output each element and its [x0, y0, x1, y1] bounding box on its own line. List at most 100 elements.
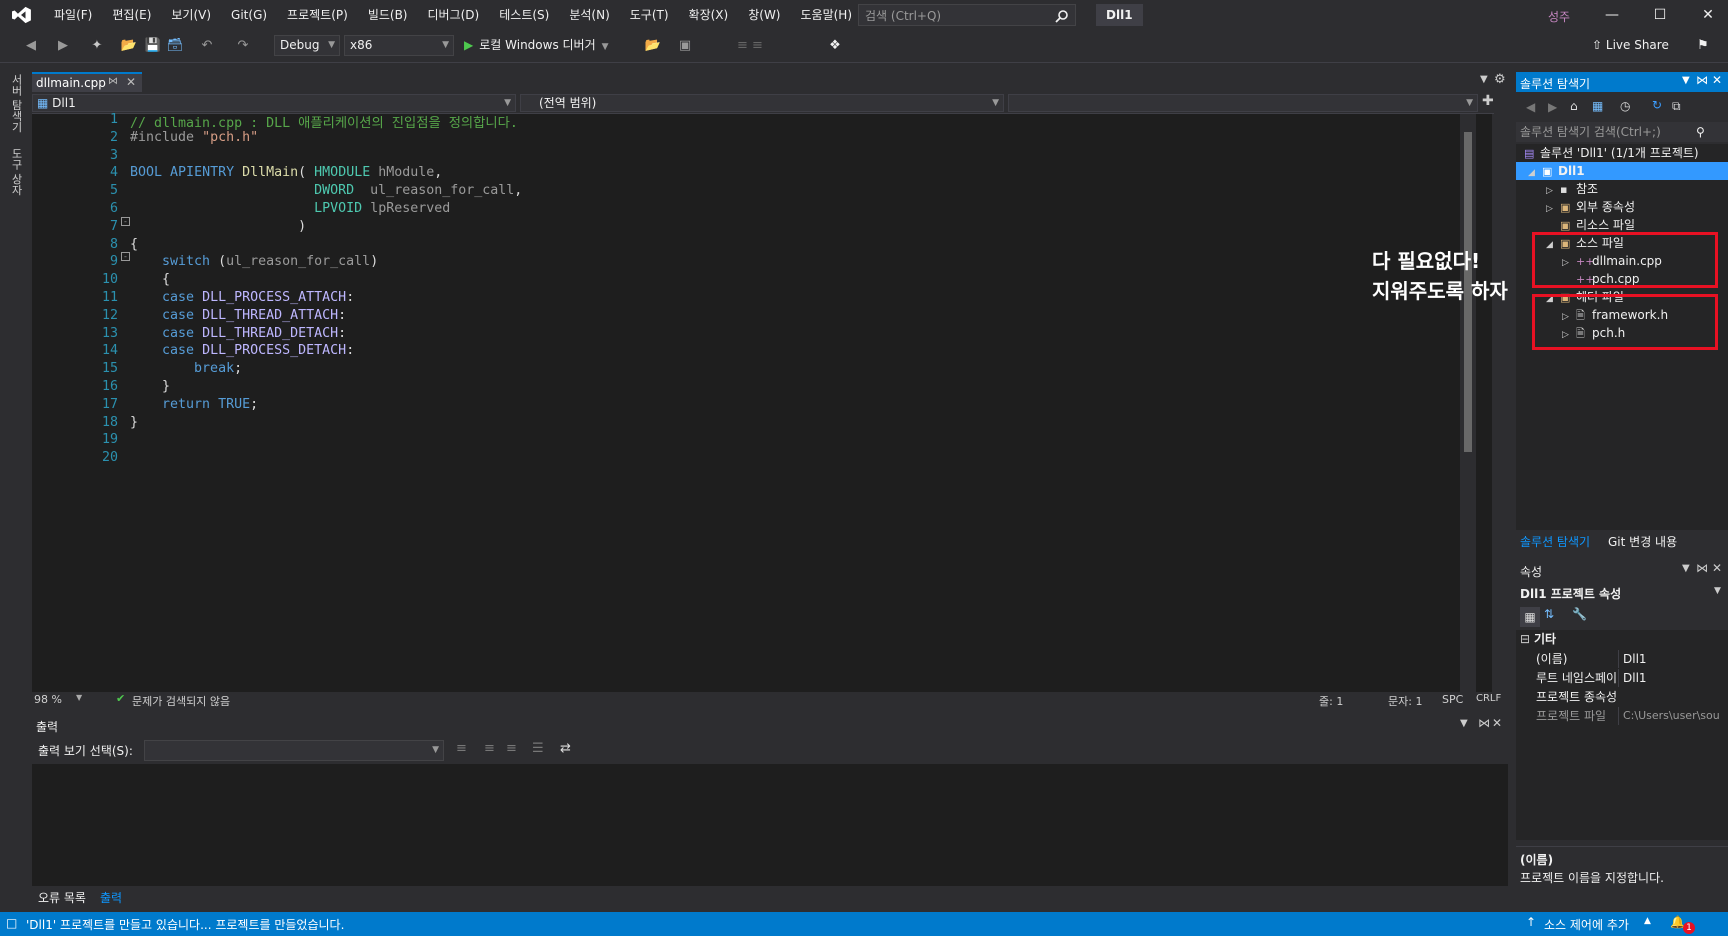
minimize-icon[interactable]: —	[1602, 6, 1622, 24]
split-editor-icon[interactable]: ✚	[1482, 93, 1494, 109]
pin-icon[interactable]: ⋈	[1696, 561, 1708, 575]
search-input[interactable]: 검색 (Ctrl+Q)	[858, 4, 1076, 26]
close-tab-icon[interactable]: ✕	[126, 75, 136, 89]
chevron-down-icon[interactable]: ▼	[1682, 563, 1690, 574]
member-select[interactable]: ▼	[1008, 94, 1478, 112]
open-folder-icon[interactable]: 📂	[120, 36, 138, 56]
feedback-icon[interactable]: ⚑	[1694, 36, 1712, 56]
menu-file[interactable]: 파일(F)	[44, 0, 102, 30]
pin-icon[interactable]: ⋈	[1478, 716, 1490, 730]
code-line[interactable]: }	[130, 415, 138, 430]
forward-icon[interactable]: ▶	[1548, 100, 1557, 114]
start-debugging-button[interactable]: ▶ 로컬 Windows 디버거 ▼	[464, 35, 609, 56]
menu-debug[interactable]: 디버그(D)	[418, 0, 490, 30]
spaces-indicator[interactable]: SPC	[1442, 693, 1463, 706]
menu-analyze[interactable]: 분석(N)	[559, 0, 619, 30]
collapsed-arrow-icon[interactable]: ▷	[1546, 200, 1560, 218]
save-all-icon[interactable]: 🗃	[166, 36, 184, 56]
chevron-down-icon[interactable]: ▼	[1682, 75, 1690, 86]
tree-node-external-deps[interactable]: ▷ ▣ 외부 종속성	[1546, 198, 1635, 216]
screenshot-icon[interactable]: ▣	[676, 36, 694, 56]
code-line[interactable]: break;	[130, 361, 242, 376]
code-line[interactable]: )	[130, 219, 306, 234]
global-scope-select[interactable]: (전역 범위) ▼	[520, 94, 1004, 112]
property-row[interactable]: 루트 네임스페이 Dll1	[1516, 669, 1728, 687]
code-line[interactable]: DWORD ul_reason_for_call,	[130, 183, 522, 198]
line-indicator[interactable]: 줄: 1	[1319, 693, 1343, 709]
home-icon[interactable]: ⌂	[1570, 99, 1578, 113]
add-to-source-control-button[interactable]: 소스 제어에 추가	[1544, 916, 1629, 933]
back-icon[interactable]: ◀	[22, 36, 40, 56]
tab-git-changes[interactable]: Git 변경 내용	[1608, 533, 1677, 550]
zoom-level[interactable]: 98 %	[34, 693, 62, 706]
editor-vertical-scrollbar[interactable]	[1460, 114, 1476, 692]
tab-error-list[interactable]: 오류 목록	[38, 889, 86, 906]
menu-project[interactable]: 프로젝트(P)	[277, 0, 358, 30]
property-category-misc[interactable]: ⊟ 기타	[1516, 630, 1728, 648]
code-line[interactable]: }	[130, 379, 170, 394]
close-window-icon[interactable]: ✕	[1698, 6, 1718, 24]
menu-view[interactable]: 보기(V)	[161, 0, 221, 30]
undo-icon[interactable]: ↶	[198, 36, 216, 56]
code-editor[interactable]: 1 2 3 4 5 6 7 8 9 10 11 12 13 14 15 16 17 18 19 20 - - // d…	[32, 112, 1492, 692]
save-icon[interactable]: 💾	[144, 36, 162, 56]
next-message-icon[interactable]: ≡	[506, 741, 517, 756]
collapse-icon[interactable]: ⊟	[1520, 630, 1530, 648]
switch-views-icon[interactable]: ▦	[1592, 99, 1603, 113]
chevron-down-icon[interactable]: ▼	[76, 693, 82, 702]
menu-tools[interactable]: 도구(T)	[620, 0, 679, 30]
property-row[interactable]: (이름) Dll1	[1516, 650, 1728, 668]
eol-indicator[interactable]: CRLF	[1476, 693, 1501, 704]
new-project-icon[interactable]: ✦	[88, 36, 106, 56]
pending-changes-icon[interactable]: ◷	[1620, 99, 1630, 113]
code-line[interactable]: LPVOID lpReserved	[130, 201, 450, 216]
code-line[interactable]: case DLL_PROCESS_ATTACH:	[130, 290, 354, 305]
platform-select[interactable]: x86 ▼	[344, 35, 454, 56]
close-panel-icon[interactable]: ✕	[1492, 716, 1502, 730]
tree-node-project-dll1[interactable]: ◢ ▣ Dll1	[1516, 162, 1728, 180]
tab-solution-explorer[interactable]: 솔루션 탐색기	[1520, 533, 1590, 550]
categorized-icon[interactable]: ▦	[1520, 607, 1540, 627]
settings-gear-icon[interactable]: ⚙	[1494, 72, 1506, 87]
prev-message-icon[interactable]: ≡	[484, 741, 495, 756]
menu-extensions[interactable]: 확장(X)	[679, 0, 739, 30]
issues-status[interactable]: 문제가 검색되지 않음	[132, 693, 230, 709]
code-line[interactable]: return TRUE;	[130, 397, 258, 412]
char-indicator[interactable]: 문자: 1	[1388, 693, 1422, 709]
menu-help[interactable]: 도움말(H)	[791, 0, 863, 30]
fold-toggle-icon[interactable]: -	[121, 252, 130, 261]
code-line[interactable]: switch (ul_reason_for_call)	[130, 254, 378, 269]
code-line[interactable]: // dllmain.cpp : DLL 애플리케이션의 진입점을 정의합니다.	[130, 112, 518, 131]
solution-search-input[interactable]: 솔루션 탐색기 검색(Ctrl+;) ⚲	[1516, 122, 1728, 142]
menu-test[interactable]: 테스트(S)	[489, 0, 559, 30]
chevron-up-icon[interactable]: ▲	[1644, 916, 1651, 926]
sync-icon[interactable]: ↻	[1652, 98, 1662, 112]
code-line[interactable]: {	[130, 237, 138, 252]
code-line[interactable]: case DLL_PROCESS_DETACH:	[130, 343, 354, 358]
maximize-icon[interactable]: ☐	[1650, 6, 1670, 24]
collapse-all-icon[interactable]: ⧉	[1672, 99, 1681, 114]
close-panel-icon[interactable]: ✕	[1712, 73, 1722, 87]
chevron-down-icon[interactable]: ▼	[1460, 718, 1468, 729]
tab-dllmain-cpp[interactable]: dllmain.cpp ⋈ ✕	[32, 72, 142, 92]
code-line[interactable]: case DLL_THREAD_DETACH:	[130, 326, 346, 341]
clear-all-icon[interactable]: ☰	[532, 741, 544, 756]
property-row[interactable]: 프로젝트 파일 C:\Users\user\sou	[1516, 707, 1728, 725]
fold-toggle-icon[interactable]: -	[121, 217, 130, 226]
code-line[interactable]: BOOL APIENTRY DllMain( HMODULE hModule,	[130, 165, 442, 180]
alphabetical-icon[interactable]: ⇅	[1544, 607, 1554, 621]
property-value[interactable]: Dll1	[1618, 650, 1728, 668]
property-row[interactable]: 프로젝트 종속성	[1516, 688, 1728, 706]
output-text-area[interactable]	[32, 764, 1508, 886]
property-value[interactable]: C:\Users\user\sou	[1618, 707, 1728, 725]
properties-object-select[interactable]: Dll1 프로젝트 속성 ▼	[1516, 582, 1728, 602]
close-panel-icon[interactable]: ✕	[1712, 561, 1722, 575]
menu-window[interactable]: 창(W)	[738, 0, 790, 30]
pin-icon[interactable]: ⋈	[1696, 73, 1708, 87]
output-source-select[interactable]: ▼	[144, 740, 444, 761]
toolbox-tab[interactable]: 도구 상자	[8, 148, 24, 196]
bookmark-icon[interactable]: ❖	[826, 36, 844, 56]
user-account[interactable]: 성주	[1548, 8, 1570, 25]
server-explorer-tab[interactable]: 서버 탐색기	[8, 74, 24, 133]
find-message-icon[interactable]: ≡	[456, 741, 467, 756]
